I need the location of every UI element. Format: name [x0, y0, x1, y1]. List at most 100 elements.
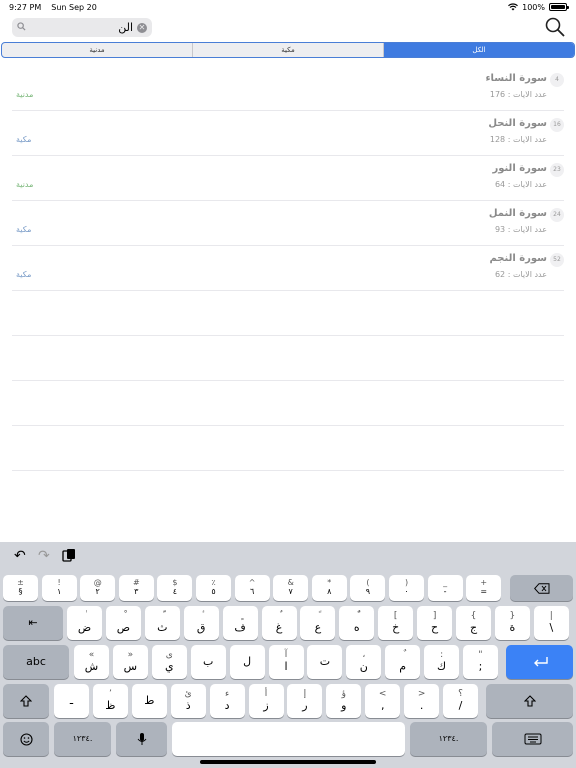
key[interactable]: ىي [151, 645, 187, 679]
key[interactable]: ) ٠ [389, 575, 424, 601]
key-label: ذ [185, 698, 191, 712]
undo-icon[interactable]: ↶ [14, 548, 26, 564]
key-label: ب [203, 654, 214, 668]
key[interactable]: ت [307, 645, 343, 679]
list-item[interactable]: 24 سورة النمل عدد الايات : 93 مكية [12, 201, 564, 246]
key[interactable]: ٪ ٥ [196, 575, 231, 601]
segment-makki[interactable]: مكية [192, 43, 383, 57]
key[interactable]: (٩ [350, 575, 386, 601]
abc-key[interactable]: abc [3, 645, 69, 679]
key[interactable]: ! ١ [41, 575, 77, 601]
delete-key[interactable] [510, 575, 573, 601]
tab-key[interactable]: ⇤ [3, 606, 63, 640]
key[interactable]: ٔق [183, 606, 219, 640]
key-label: ت [319, 654, 331, 668]
key-label: ه [353, 620, 360, 634]
verse-count: عدد الايات : 93 [494, 225, 547, 234]
search-small-icon [17, 21, 26, 34]
key[interactable]: ؤو [326, 684, 362, 718]
key[interactable]: "; [463, 645, 498, 679]
key[interactable]: ، ن [346, 645, 382, 679]
key[interactable]: ٰض [67, 606, 102, 640]
key-label: غ [275, 620, 283, 634]
surah-type: مدنية [16, 180, 34, 189]
key-label: ر [302, 698, 308, 712]
key-label: ل [243, 654, 252, 668]
battery-icon [549, 3, 569, 11]
numbers-key-left[interactable]: ١٢٣٤. [54, 722, 111, 756]
key[interactable]: ’ ظ [92, 684, 128, 718]
key[interactable]: ط [131, 684, 167, 718]
redo-icon[interactable]: ↷ [38, 548, 50, 564]
space-bar[interactable] [172, 722, 405, 756]
paste-icon[interactable] [62, 548, 76, 566]
hide-keyboard-key[interactable] [492, 722, 573, 756]
search-field[interactable]: ✕ [12, 18, 152, 37]
key[interactable]: آا [268, 645, 304, 679]
key[interactable]: <, [365, 684, 401, 718]
surah-list: 4 سورة النساء عدد الايات : 176 مدنية 16 … [0, 66, 576, 471]
key[interactable]: @٢ [80, 575, 116, 601]
key[interactable]: ؟ / [443, 684, 478, 718]
key-label: ع [314, 620, 322, 634]
segment-all[interactable]: الكل [383, 43, 574, 57]
list-item[interactable]: 52 سورة النجم عدد الايات : 62 مكية [12, 246, 564, 291]
surah-name: سورة النور [492, 163, 547, 174]
key-label: / [458, 698, 463, 712]
key[interactable]: » س [112, 645, 148, 679]
key[interactable]: أز [248, 684, 284, 718]
key[interactable]: ًٌه [339, 606, 375, 640]
key[interactable]: ٌم [385, 645, 421, 679]
surah-number: 52 [550, 253, 564, 267]
key[interactable]: ئذ [170, 684, 206, 718]
key[interactable]: ] ح [417, 606, 453, 640]
surah-type: مكية [16, 135, 32, 144]
key[interactable]: «ش [74, 645, 109, 679]
key[interactable]: >. [404, 684, 440, 718]
numbers-key-right[interactable]: ١٢٣٤. [410, 722, 487, 756]
surah-name: سورة النمل [488, 208, 547, 219]
key[interactable]: | \ [533, 606, 569, 640]
list-item[interactable]: 4 سورة النساء عدد الايات : 176 مدنية [12, 66, 564, 111]
segment-madani[interactable]: مدنية [2, 43, 192, 57]
key[interactable]: } ة [494, 606, 530, 640]
search-input[interactable] [26, 21, 137, 34]
key[interactable]: ٌغ [261, 606, 297, 640]
key-label: ٦ [249, 587, 255, 596]
return-key[interactable] [506, 645, 573, 679]
key[interactable]: ^ ٦ [234, 575, 270, 601]
key[interactable]: {ج [456, 606, 491, 640]
key[interactable]: $٤ [157, 575, 193, 601]
key[interactable]: [خ [378, 606, 414, 640]
key[interactable]: & ٧ [273, 575, 309, 601]
key[interactable]: ّث [144, 606, 180, 640]
shift-key-right[interactable] [486, 684, 573, 718]
list-item[interactable]: 16 سورة النحل عدد الايات : 128 مكية [12, 111, 564, 156]
key[interactable]: ٍف [222, 606, 258, 640]
verse-count: عدد الايات : 62 [494, 270, 547, 279]
emoji-key[interactable] [3, 722, 49, 756]
key-label: . [419, 698, 424, 712]
key[interactable]: ب [190, 645, 226, 679]
key-label: ⇤ [28, 615, 38, 629]
key[interactable]: #٣ [118, 575, 154, 601]
clear-icon[interactable]: ✕ [137, 22, 147, 33]
key-label: ٠ [404, 587, 409, 596]
key[interactable]: ل [229, 645, 265, 679]
search-icon[interactable] [544, 16, 566, 38]
key-label: ٧ [288, 587, 293, 596]
key[interactable]: ًع [300, 606, 336, 640]
surah-name: سورة النحل [488, 118, 547, 129]
shift-key-left[interactable] [3, 684, 49, 718]
key[interactable]: إر [287, 684, 323, 718]
key[interactable]: ْص [105, 606, 141, 640]
mic-key[interactable] [116, 722, 167, 756]
key[interactable]: ءد [209, 684, 245, 718]
list-item[interactable]: 23 سورة النور عدد الايات : 64 مدنية [12, 156, 564, 201]
key[interactable]: _ - [427, 575, 463, 601]
key[interactable]: ± § [3, 575, 38, 601]
key[interactable]: * ٨ [311, 575, 347, 601]
key[interactable]: :ك [424, 645, 460, 679]
key[interactable]: ـ [54, 684, 89, 718]
key[interactable]: + = [466, 575, 502, 601]
